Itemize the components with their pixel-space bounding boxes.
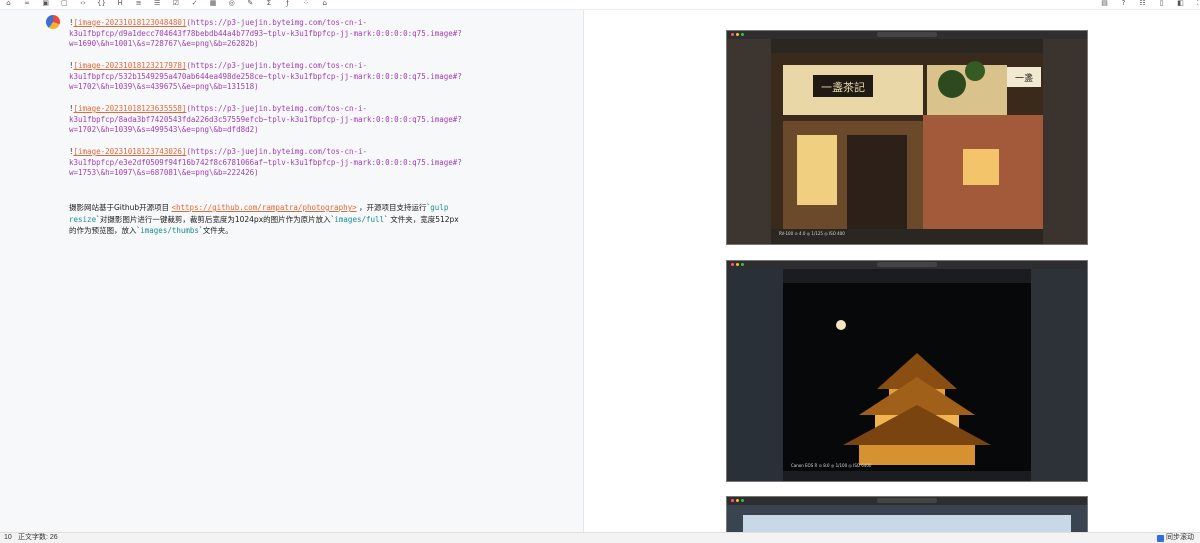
app-logo-icon (46, 15, 60, 29)
toolbar: ⌂ ∞ ▣ ▢ ‹› {} H ≡ ☰ ☑ ✓ ▦ ◎ ✎ Σƒ ⁘ ⌂ ▤? ☷ ▯ ◧ ⛶ (0, 0, 1200, 10)
edit-icon[interactable]: ✎ (246, 0, 255, 7)
help-icon[interactable]: ? (1119, 0, 1128, 7)
pagoda-photo: Canon EOS R ⊙ 8.0 ◎ 1/100 ◎ ISO 6400 (727, 269, 1087, 481)
description-paragraph[interactable]: 摄影网站基于Github开源项目 <https://github.com/ram… (69, 202, 459, 237)
image-markdown-4[interactable]: ![image-20231018123743026](https://p3-ju… (69, 147, 479, 179)
svg-text:一盞: 一盞 (1015, 72, 1033, 84)
markdown-editor[interactable]: ![image-20231018123048480](https://p3-ju… (0, 10, 583, 532)
url-pill (877, 32, 937, 37)
image-alt-link[interactable]: [image-20231018123048480] (74, 18, 187, 27)
text: ，开源项目支持运行` (356, 203, 431, 212)
toc-icon[interactable]: ☷ (1138, 0, 1147, 7)
link-icon[interactable]: ∞ (23, 0, 32, 7)
url-line: w=1753\&h=1097\&s=687081\&e=png\&b=22242… (69, 168, 259, 177)
url-line: w=1702\&h=1039\&s=499543\&e=png\&b=dfd8d… (69, 125, 259, 134)
github-link[interactable]: <https://github.com/rampatra/photography… (172, 203, 357, 212)
text: `对摄影图片进行一键裁剪，裁剪后宽度为1024px的图片作为原片放入` (96, 214, 335, 224)
checkbox-icon[interactable] (1157, 534, 1164, 542)
todo-icon[interactable]: ✓ (190, 0, 199, 7)
browser-bar (727, 31, 1087, 39)
image-alt-link[interactable]: [image-20231018123217978] (74, 61, 187, 70)
browser-bar (727, 261, 1087, 269)
url-line: k3u1fbpfcp/8ada3bf7420543fda226d3c57559e… (69, 114, 462, 124)
circle-icon[interactable]: ◎ (227, 0, 236, 7)
fullscreen-icon[interactable]: ⛶ (1195, 0, 1200, 7)
tag-icon[interactable]: ⌂ (4, 0, 13, 7)
frame-icon[interactable]: ▢ (60, 0, 69, 7)
list-icon[interactable]: ≡ (134, 0, 143, 7)
split-icon[interactable]: ▯ (1157, 0, 1166, 7)
code-icon[interactable]: ‹› (78, 0, 87, 7)
sum-icon[interactable]: Σ (264, 0, 273, 7)
url-line: (https://p3-juejin.byteimg.com/tos-cn-i- (186, 104, 368, 113)
image-markdown-3[interactable]: ![image-20231018123635558](https://p3-ju… (69, 104, 479, 136)
image-icon[interactable]: ▣ (41, 0, 50, 7)
braces-icon[interactable]: {} (97, 0, 106, 7)
text: `文件夹。 (198, 226, 233, 235)
ordered-list-icon[interactable]: ☰ (153, 0, 162, 7)
inline-code: images/thumbs (140, 226, 199, 235)
table-icon[interactable]: ▦ (209, 0, 218, 7)
url-line: w=1690\&h=1001\&s=728767\&e=png\&b=26282… (69, 39, 259, 48)
url-pill (877, 498, 937, 503)
preview-image-1: 一盞茶記 一盞 RV-100 ⊙ 4.0 ◎ 1/125 ◎ ISO 400 (726, 30, 1088, 245)
preview-image-2: Canon EOS R ⊙ 8.0 ◎ 1/100 ◎ ISO 6400 (726, 260, 1088, 482)
formula-icon[interactable]: ƒ (283, 0, 292, 7)
inline-code: images/full (334, 214, 385, 224)
heading-icon[interactable]: H (116, 0, 125, 7)
url-line: w=1702\&h=1039\&s=439675\&e=png\&b=13151… (69, 82, 259, 91)
browser-bar (727, 497, 1087, 505)
tea-house-photo: 一盞茶記 一盞 RV-100 ⊙ 4.0 ◎ 1/125 ◎ ISO 400 (727, 39, 1087, 244)
exif-caption: Canon EOS R ⊙ 8.0 ◎ 1/100 ◎ ISO 6400 (791, 463, 872, 468)
preview-icon[interactable]: ◧ (1176, 0, 1185, 7)
home-icon[interactable]: ⌂ (320, 0, 329, 7)
url-pill (877, 262, 937, 267)
svg-text:一盞茶記: 一盞茶記 (821, 80, 865, 94)
grid-icon[interactable]: ⁘ (302, 0, 311, 7)
image-markdown-1[interactable]: ![image-20231018123048480](https://p3-ju… (69, 18, 479, 50)
url-line: k3u1fbpfcp/e3e2df0509f94f16b742f8c678106… (69, 157, 462, 167)
url-line: k3u1fbpfcp/d9a1decc704643f78bebdb44a4b77… (69, 28, 462, 38)
url-line: (https://p3-juejin.byteimg.com/tos-cn-i- (186, 18, 368, 27)
status-bar: 10 正文字数: 26 同步滚动 (0, 532, 1200, 543)
url-line: k3u1fbpfcp/532b1549295a470ab644ea498de25… (69, 71, 462, 81)
checklist-icon[interactable]: ☑ (171, 0, 180, 7)
url-line: (https://p3-juejin.byteimg.com/tos-cn-i- (186, 147, 368, 156)
save-icon[interactable]: ▤ (1100, 0, 1109, 7)
text: 摄影网站基于Github开源项目 (69, 203, 172, 212)
image-alt-link[interactable]: [image-20231018123635558] (74, 104, 187, 113)
exif-caption: RV-100 ⊙ 4.0 ◎ 1/125 ◎ ISO 400 (779, 231, 845, 236)
image-alt-link[interactable]: [image-20231018123743026] (74, 147, 187, 156)
url-line: (https://p3-juejin.byteimg.com/tos-cn-i- (186, 61, 368, 70)
image-markdown-2[interactable]: ![image-20231018123217978](https://p3-ju… (69, 61, 479, 93)
